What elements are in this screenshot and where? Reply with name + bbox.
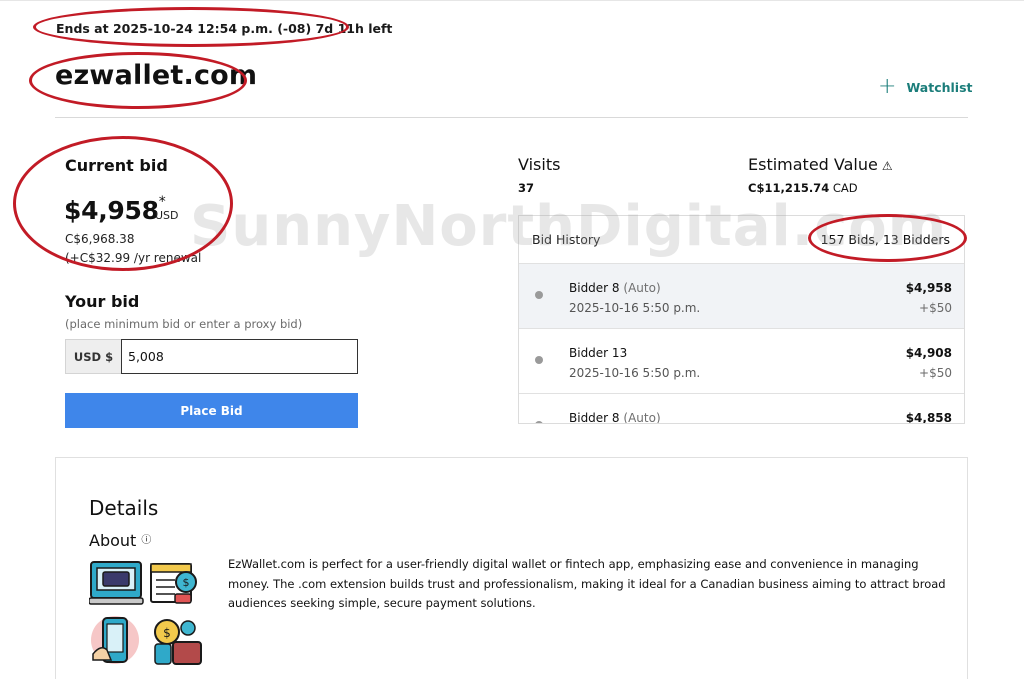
bullet-dot-icon bbox=[535, 291, 543, 299]
details-card: Details About ⓘ $ $ EzWallet.com is perf… bbox=[55, 457, 968, 679]
watchlist-label: Watchlist bbox=[906, 79, 973, 95]
current-bid-cad: C$6,968.38 bbox=[65, 232, 135, 246]
wallet-illustration-image: $ $ bbox=[89, 561, 202, 665]
bid-increment: +$50 bbox=[919, 301, 952, 315]
bidder-label: Bidder 13 bbox=[569, 346, 628, 360]
about-label: About bbox=[89, 531, 137, 550]
estimated-value: C$11,215.74 CAD bbox=[748, 181, 858, 195]
bid-history-title: Bid History bbox=[532, 232, 601, 247]
bid-row: Bidder 13 2025-10-16 5:50 p.m. $4,908 +$… bbox=[519, 328, 964, 393]
bid-input-group: USD $ bbox=[65, 339, 358, 374]
current-bid-value: $4,958 bbox=[64, 196, 159, 225]
details-title: Details bbox=[89, 496, 159, 520]
bidder-name: Bidder 13 bbox=[569, 346, 627, 360]
watchlist-button[interactable]: + Watchlist bbox=[878, 74, 973, 99]
currency-prefix: USD $ bbox=[65, 339, 121, 374]
about-title: About ⓘ bbox=[89, 531, 151, 550]
asterisk-mark: * bbox=[158, 193, 166, 210]
bid-date: 2025-10-16 5:50 p.m. bbox=[569, 301, 701, 315]
bid-row: Bidder 8 (Auto) 2025-10-16 5:50 p.m. $4,… bbox=[519, 263, 964, 328]
current-bid-amount: $4,958* bbox=[64, 193, 166, 225]
bid-amount-input[interactable] bbox=[121, 339, 358, 374]
bidder-name: Bidder 8 (Auto) bbox=[569, 411, 661, 424]
your-bid-label: Your bid bbox=[65, 292, 140, 311]
visits-label: Visits bbox=[518, 155, 561, 174]
bid-amount: $4,908 bbox=[905, 346, 952, 360]
estimated-value-currency: CAD bbox=[832, 181, 858, 195]
current-bid-currency: USD bbox=[155, 209, 179, 222]
place-bid-button[interactable]: Place Bid bbox=[65, 393, 358, 428]
auto-tag: (Auto) bbox=[623, 281, 661, 295]
svg-text:$: $ bbox=[163, 626, 171, 640]
bid-count: 157 Bids, 13 Bidders bbox=[820, 232, 950, 247]
auction-end-time: Ends at 2025-10-24 12:54 p.m. (-08) 7d 1… bbox=[56, 21, 393, 36]
about-description: EzWallet.com is perfect for a user-frien… bbox=[228, 557, 946, 610]
estimated-value-amount: C$11,215.74 bbox=[748, 181, 830, 195]
top-border bbox=[0, 0, 1024, 1]
bidder-label: Bidder 8 bbox=[569, 281, 620, 295]
estimated-value-title: Estimated Value bbox=[748, 155, 878, 174]
current-bid-label: Current bid bbox=[65, 156, 168, 175]
bid-history-header[interactable]: Bid History 157 Bids, 13 Bidders bbox=[519, 216, 964, 263]
bidder-label: Bidder 8 bbox=[569, 411, 620, 424]
renewal-price: (+C$32.99 /yr renewal bbox=[65, 251, 202, 265]
estimated-value-label: Estimated Value ⚠ bbox=[748, 155, 893, 174]
svg-text:$: $ bbox=[183, 576, 190, 589]
bid-hint: (place minimum bid or enter a proxy bid) bbox=[65, 317, 303, 331]
bidder-name: Bidder 8 (Auto) bbox=[569, 281, 661, 295]
header-divider bbox=[55, 117, 968, 118]
info-icon[interactable]: ⓘ bbox=[141, 535, 151, 546]
bid-increment: +$50 bbox=[919, 366, 952, 380]
bid-history-panel[interactable]: Bid History 157 Bids, 13 Bidders Bidder … bbox=[518, 215, 965, 424]
domain-title: ezwallet.com bbox=[55, 60, 258, 91]
bullet-dot-icon bbox=[535, 356, 543, 364]
bid-amount: $4,958 bbox=[905, 281, 952, 295]
bid-date: 2025-10-16 5:50 p.m. bbox=[569, 366, 701, 380]
bid-row: Bidder 8 (Auto) $4,858 bbox=[519, 393, 964, 424]
visits-value: 37 bbox=[518, 181, 535, 195]
auto-tag: (Auto) bbox=[623, 411, 661, 424]
warning-icon[interactable]: ⚠ bbox=[882, 159, 893, 173]
bullet-dot-icon bbox=[535, 421, 543, 423]
auction-page: Ends at 2025-10-24 12:54 p.m. (-08) 7d 1… bbox=[0, 0, 1024, 679]
plus-icon: + bbox=[878, 74, 897, 99]
bid-amount: $4,858 bbox=[905, 411, 952, 424]
